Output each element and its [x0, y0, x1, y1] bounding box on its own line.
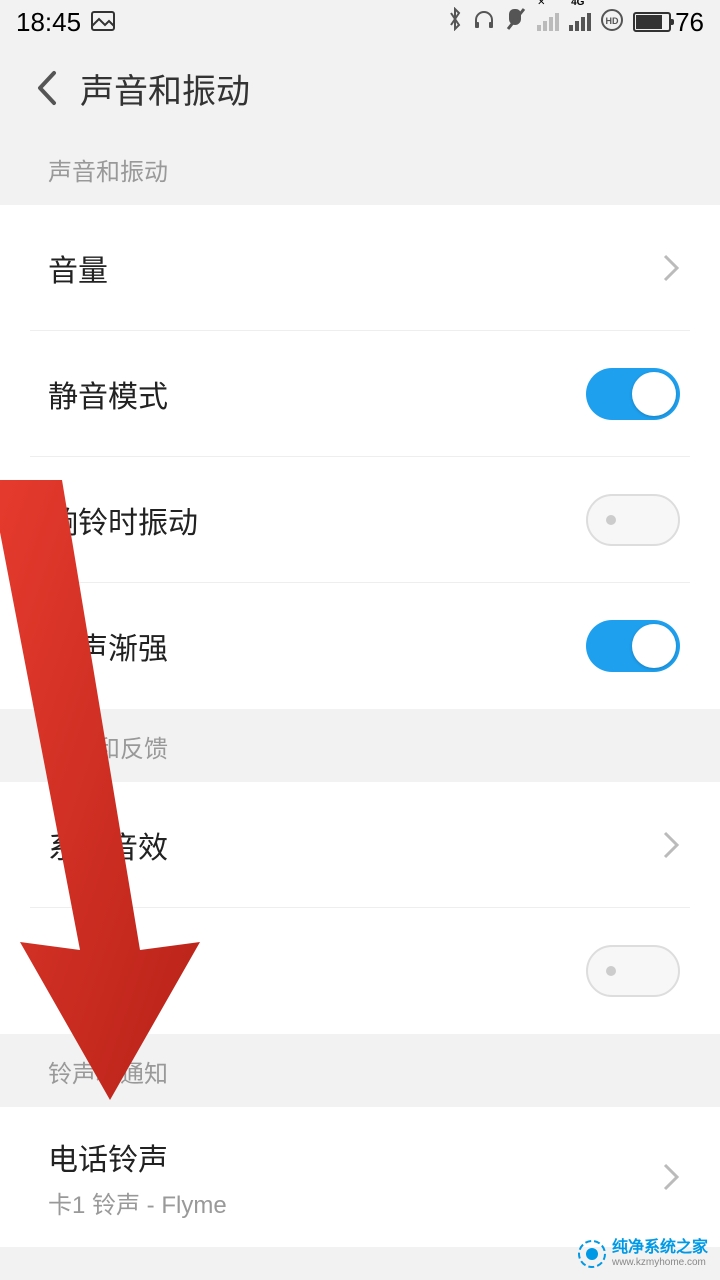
app-header: 声音和振动 [0, 44, 720, 132]
list-feedback: 系统音效 触摸反馈 [0, 782, 720, 1034]
toggle-silent-mode[interactable] [586, 368, 680, 420]
watermark-url: www.kzmyhome.com [612, 1258, 708, 1268]
chevron-right-icon [662, 253, 680, 283]
page-title: 声音和振动 [80, 64, 250, 113]
battery-level: 76 [675, 7, 704, 38]
label-touch-feedback: 触摸反馈 [48, 949, 168, 993]
watermark: 纯净系统之家 www.kzmyhome.com [578, 1240, 708, 1268]
label-system-sound: 系统音效 [48, 823, 168, 867]
item-touch-feedback[interactable]: 触摸反馈 [0, 908, 720, 1034]
list-sound: 音量 静音模式 响铃时振动 铃声渐强 [0, 205, 720, 709]
item-silent-mode[interactable]: 静音模式 [0, 331, 720, 457]
section-header-ringtone: 铃声和通知 [0, 1034, 720, 1107]
item-ascending-ringtone[interactable]: 铃声渐强 [0, 583, 720, 709]
toggle-touch-feedback[interactable] [586, 945, 680, 997]
mute-icon [505, 7, 527, 38]
status-time: 18:45 [16, 7, 81, 38]
svg-text:HD: HD [606, 16, 619, 26]
item-volume[interactable]: 音量 [0, 205, 720, 331]
label-silent-mode: 静音模式 [48, 372, 168, 416]
label-ascending-ringtone: 铃声渐强 [48, 624, 168, 668]
item-system-sound[interactable]: 系统音效 [0, 782, 720, 908]
item-vibrate-on-ring[interactable]: 响铃时振动 [0, 457, 720, 583]
sub-phone-ringtone: 卡1 铃声 - Flyme [48, 1185, 227, 1220]
label-vibrate-on-ring: 响铃时振动 [48, 498, 198, 542]
item-phone-ringtone[interactable]: 电话铃声 卡1 铃声 - Flyme [0, 1107, 720, 1247]
chevron-right-icon [662, 830, 680, 860]
toggle-vibrate-on-ring[interactable] [586, 494, 680, 546]
hd-icon: HD [601, 7, 623, 38]
section-header-sound: 声音和振动 [0, 132, 720, 205]
label-volume: 音量 [48, 246, 108, 290]
status-bar: 18:45 ✕ 4G HD [0, 0, 720, 44]
toggle-ascending-ringtone[interactable] [586, 620, 680, 672]
watermark-title: 纯净系统之家 [612, 1240, 708, 1256]
chevron-right-icon [662, 1162, 680, 1192]
section-header-feedback: 音效和反馈 [0, 709, 720, 782]
bluetooth-icon [447, 7, 463, 38]
watermark-logo-icon [578, 1240, 606, 1268]
headset-icon [473, 7, 495, 38]
label-phone-ringtone: 电话铃声 [48, 1135, 227, 1179]
battery-indicator: 76 [633, 7, 704, 38]
signal-icon-1: ✕ [537, 7, 559, 38]
signal-icon-2: 4G [569, 7, 591, 38]
back-button[interactable] [16, 69, 76, 107]
gallery-icon [91, 7, 115, 38]
list-ringtone: 电话铃声 卡1 铃声 - Flyme [0, 1107, 720, 1247]
